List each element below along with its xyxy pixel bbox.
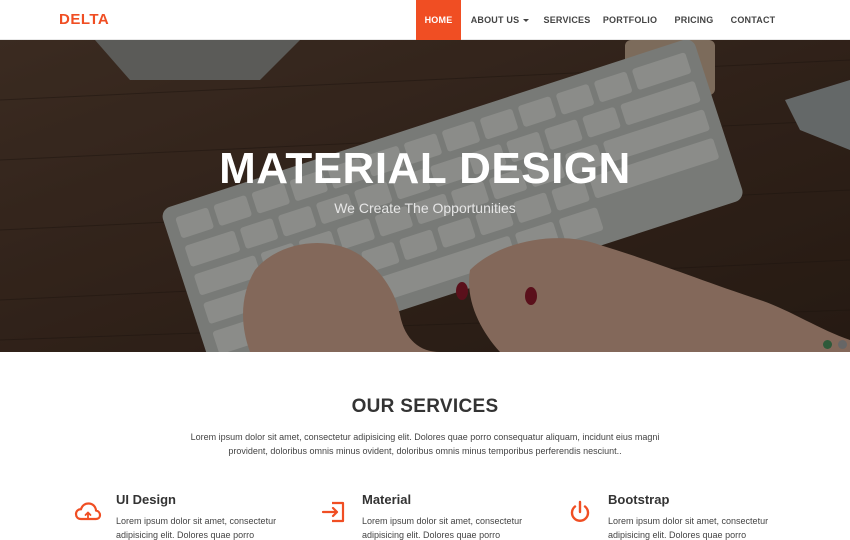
main-nav: HOME ABOUT US SERVICES PORTFOLIO PRICING… bbox=[416, 0, 783, 40]
navbar: DELTA HOME ABOUT US SERVICES PORTFOLIO P… bbox=[0, 0, 850, 40]
hero-title: MATERIAL DESIGN bbox=[219, 144, 631, 193]
nav-item-portfolio[interactable]: PORTFOLIO bbox=[595, 0, 665, 40]
sign-in-icon bbox=[321, 501, 345, 523]
slider-dot[interactable] bbox=[838, 340, 847, 349]
brand-logo[interactable]: DELTA bbox=[59, 11, 109, 28]
service-text: Lorem ipsum dolor sit amet, consectetur … bbox=[116, 516, 277, 540]
nav-item-label: HOME bbox=[424, 15, 453, 25]
services-description: Lorem ipsum dolor sit amet, consectetur … bbox=[190, 432, 660, 456]
service-title: Material bbox=[362, 492, 412, 507]
nav-item-pricing[interactable]: PRICING bbox=[665, 0, 723, 40]
hero-slider: MATERIAL DESIGN We Create The Opportunit… bbox=[0, 40, 850, 352]
service-title: Bootstrap bbox=[608, 492, 670, 507]
nav-item-label: SERVICES bbox=[543, 15, 591, 25]
slider-dot-active[interactable] bbox=[823, 340, 832, 349]
service-bootstrap: Bootstrap Lorem ipsum dolor sit amet, co… bbox=[566, 490, 786, 540]
nav-item-label: ABOUT US bbox=[470, 15, 520, 25]
nav-item-home[interactable]: HOME bbox=[416, 0, 461, 40]
service-text: Lorem ipsum dolor sit amet, consectetur … bbox=[608, 516, 769, 540]
caret-down-icon bbox=[523, 18, 530, 22]
service-material: Material Lorem ipsum dolor sit amet, con… bbox=[320, 490, 540, 540]
nav-item-label: CONTACT bbox=[730, 15, 776, 25]
power-icon bbox=[570, 500, 590, 522]
service-text: Lorem ipsum dolor sit amet, consectetur … bbox=[362, 516, 523, 540]
nav-item-contact[interactable]: CONTACT bbox=[723, 0, 783, 40]
hero-overlay bbox=[0, 40, 850, 352]
services-title: OUR SERVICES bbox=[351, 396, 499, 417]
cloud-icon bbox=[74, 502, 102, 521]
nav-item-label: PRICING bbox=[674, 15, 714, 25]
service-ui-design: UI Design Lorem ipsum dolor sit amet, co… bbox=[74, 490, 294, 540]
nav-item-services[interactable]: SERVICES bbox=[539, 0, 595, 40]
nav-item-about-us[interactable]: ABOUT US bbox=[461, 0, 539, 40]
service-title: UI Design bbox=[116, 492, 176, 507]
hero-subtitle: We Create The Opportunities bbox=[334, 200, 516, 216]
nav-item-label: PORTFOLIO bbox=[602, 15, 658, 25]
